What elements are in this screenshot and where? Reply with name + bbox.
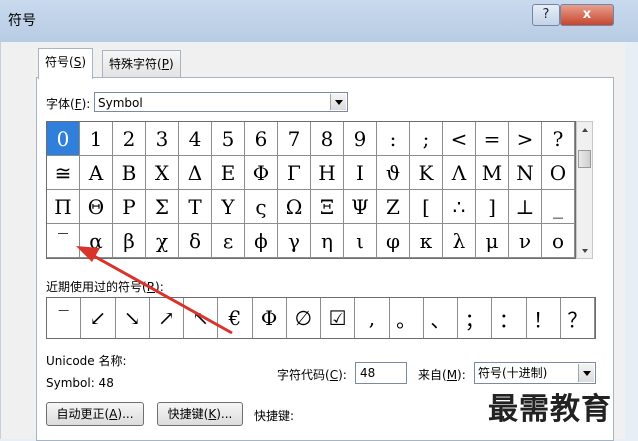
annotation-arrow-icon — [76, 246, 233, 335]
annotation-arrow-line — [91, 253, 233, 335]
tab-symbols-end: ) — [81, 55, 86, 69]
tab-symbols[interactable]: 符号(S) — [38, 48, 93, 79]
annotation-arrow-head — [76, 246, 100, 262]
tab-symbols-label: 符号( — [45, 55, 74, 69]
watermark: 最需教育 — [488, 392, 612, 427]
